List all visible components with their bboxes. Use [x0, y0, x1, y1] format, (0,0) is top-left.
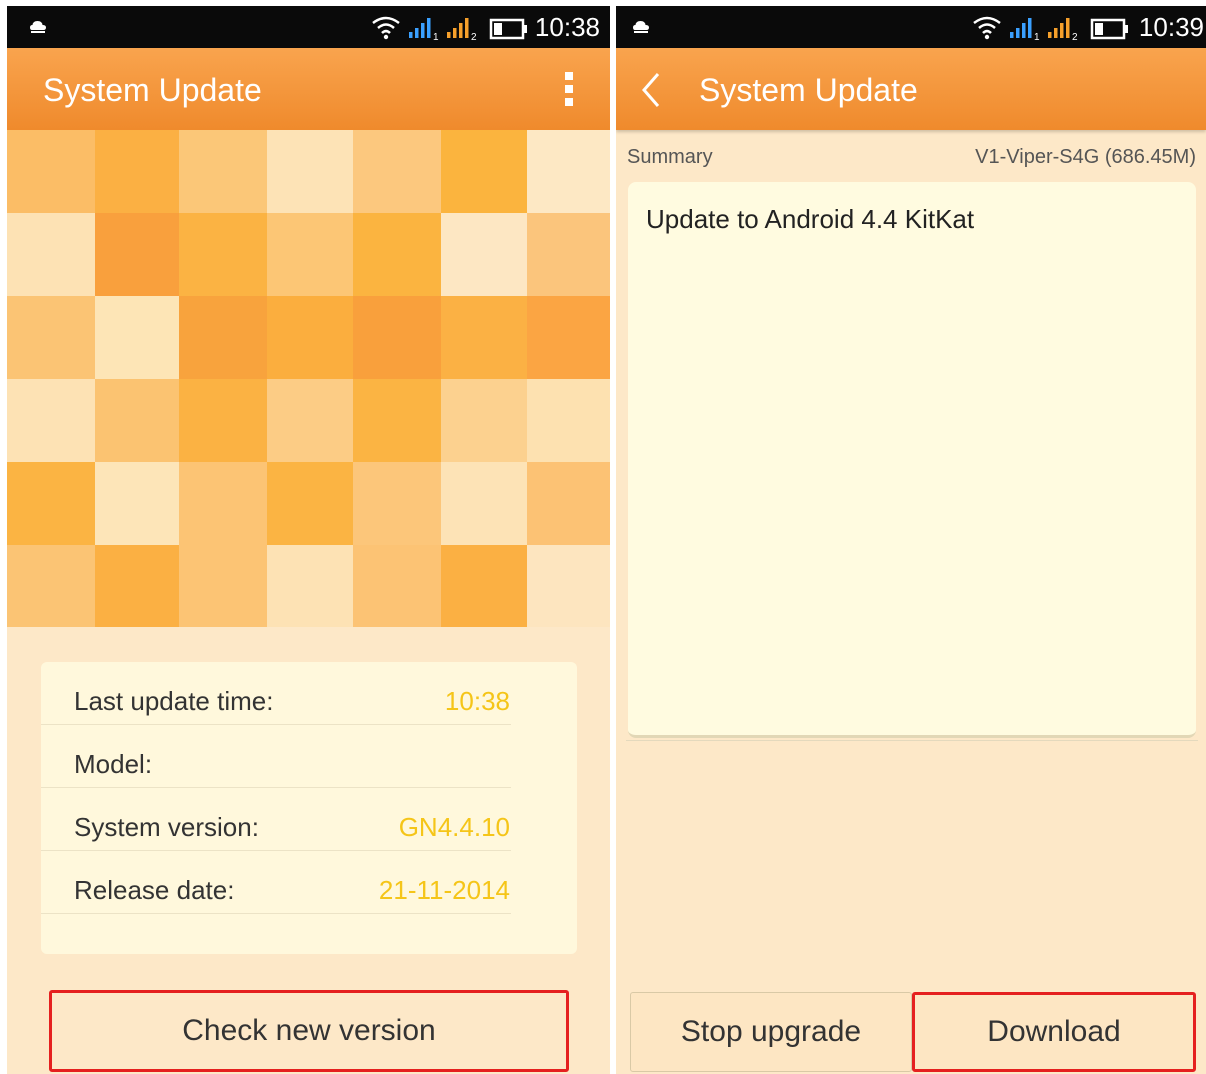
mosaic-tile [267, 130, 353, 213]
info-label: Last update time: [74, 686, 274, 716]
mosaic-tile [95, 130, 179, 213]
mosaic-tile [179, 130, 267, 213]
app-bar: System Update [616, 48, 1206, 130]
mosaic-tile [267, 379, 353, 462]
mosaic-tile [353, 296, 441, 379]
signal-2-icon [1048, 18, 1070, 38]
mosaic-tile [527, 462, 610, 545]
mosaic-tile [179, 462, 267, 545]
svg-text:1: 1 [1034, 32, 1040, 42]
mosaic-tile [527, 213, 610, 296]
mosaic-tile [353, 130, 441, 213]
mosaic-tile [179, 213, 267, 296]
package-name-size: V1-Viper-S4G (686.45M) [975, 146, 1196, 168]
info-label: System version: [74, 812, 259, 842]
mosaic-tile [95, 379, 179, 462]
stop-upgrade-button[interactable]: Stop upgrade [630, 992, 912, 1072]
wifi-icon [973, 16, 1001, 34]
svg-text:1: 1 [433, 32, 439, 42]
signal-1-icon [409, 18, 431, 38]
mosaic-tile [7, 462, 95, 545]
battery-icon [489, 18, 527, 40]
battery-icon [1090, 18, 1128, 40]
mosaic-tile [7, 296, 95, 379]
summary-text: Update to Android 4.4 KitKat [646, 204, 975, 234]
mosaic-tile [95, 296, 179, 379]
signal-2-icon [447, 18, 469, 38]
info-value: 21-11-2014 [378, 875, 510, 905]
mosaic-tile [95, 213, 179, 296]
mosaic-tile [7, 545, 95, 627]
cloud-notification-icon [30, 21, 46, 33]
mosaic-tile [353, 545, 441, 627]
mosaic-tile [527, 379, 610, 462]
mosaic-tile [267, 462, 353, 545]
summary-card: Update to Android 4.4 KitKat [628, 182, 1196, 738]
status-icons: 1 2 [372, 16, 527, 42]
summary-label: Summary [627, 146, 713, 168]
wifi-icon [372, 16, 400, 34]
mosaic-tile [7, 379, 95, 462]
info-label: Release date: [74, 875, 235, 905]
status-icons: 1 2 [973, 16, 1128, 42]
signal-1-icon [1010, 18, 1032, 38]
mosaic-tile [353, 462, 441, 545]
mosaic-tile [95, 462, 179, 545]
header-mosaic-image [7, 130, 610, 627]
mosaic-tile [267, 296, 353, 379]
check-new-version-label: Check new version [182, 1014, 436, 1047]
mosaic-tile [267, 545, 353, 627]
mosaic-tile [7, 130, 95, 213]
mosaic-tile [179, 296, 267, 379]
mosaic-tile [267, 213, 353, 296]
svg-text:2: 2 [1072, 32, 1078, 42]
status-bar: 1 2 10:38 [7, 6, 610, 48]
cloud-notification-icon [633, 21, 649, 33]
mosaic-tile [95, 545, 179, 627]
page-title: System Update [43, 72, 262, 108]
mosaic-tile [7, 213, 95, 296]
right-screen: 1 2 10:39 System Update Summary V1-Viper… [616, 6, 1206, 1074]
mosaic-tile [441, 462, 527, 545]
app-bar: System Update [7, 48, 610, 130]
mosaic-tile [353, 379, 441, 462]
mosaic-tile [353, 213, 441, 296]
overflow-menu-icon[interactable] [562, 72, 576, 106]
mosaic-tile [441, 213, 527, 296]
download-button[interactable]: Download [912, 992, 1196, 1072]
check-new-version-button[interactable]: Check new version [49, 990, 569, 1072]
download-label: Download [987, 1015, 1121, 1048]
divider [626, 740, 1198, 741]
mosaic-tile [441, 379, 527, 462]
stop-upgrade-label: Stop upgrade [680, 1015, 862, 1048]
mosaic-tile [441, 296, 527, 379]
back-arrow-icon[interactable] [636, 70, 664, 110]
info-value: 10:38 [444, 686, 510, 716]
status-time: 10:39 [1138, 12, 1204, 42]
mosaic-tile [527, 545, 610, 627]
mosaic-tile [179, 545, 267, 627]
status-time: 10:38 [534, 12, 600, 42]
info-label: Model: [74, 749, 153, 779]
info-value: GN4.4.10 [398, 812, 510, 842]
left-screen: 1 2 10:38 System Update Last update time… [7, 6, 610, 1074]
page-title: System Update [699, 72, 918, 108]
mosaic-tile [179, 379, 267, 462]
mosaic-tile [527, 130, 610, 213]
mosaic-tile [527, 296, 610, 379]
mosaic-tile [441, 130, 527, 213]
mosaic-tile [441, 545, 527, 627]
status-bar: 1 2 10:39 [616, 6, 1206, 48]
svg-text:2: 2 [471, 32, 477, 42]
